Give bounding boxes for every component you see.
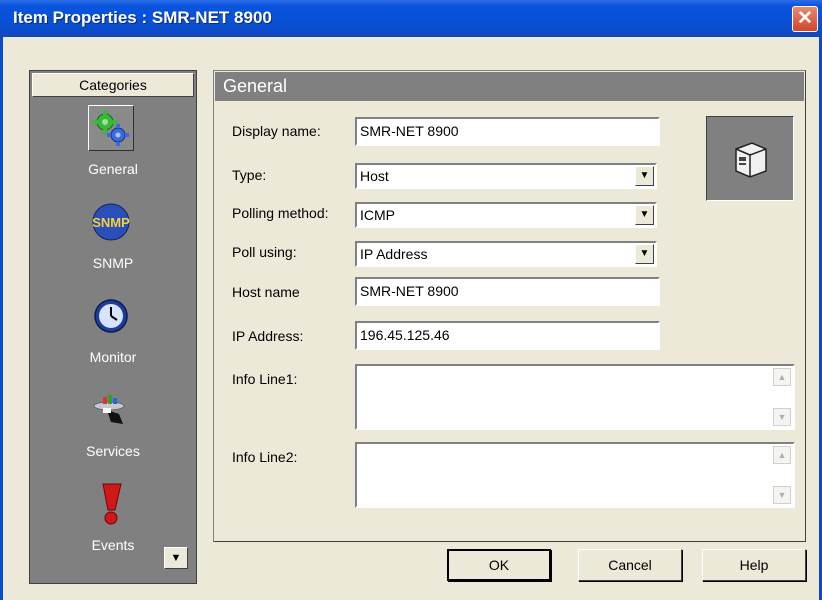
- type-dropdown-button[interactable]: ▼: [635, 166, 654, 186]
- cancel-button[interactable]: Cancel: [578, 549, 682, 581]
- category-general[interactable]: General: [30, 105, 196, 195]
- host-device-icon: [735, 141, 767, 178]
- category-services[interactable]: Services: [30, 387, 196, 477]
- window-title: Item Properties : SMR-NET 8900: [13, 8, 272, 27]
- category-label: Services: [86, 443, 140, 459]
- type-label: Type:: [232, 167, 267, 183]
- chevron-down-icon: ▼: [777, 490, 787, 500]
- category-snmp[interactable]: SNMP SNMP: [30, 199, 196, 289]
- categories-panel: Categories General SNMP SNMP Monitor Ser…: [29, 70, 197, 584]
- host-name-field[interactable]: SMR-NET 8900: [355, 277, 660, 306]
- type-value: Host: [360, 168, 389, 184]
- chevron-up-icon: ▲: [777, 450, 787, 460]
- exclamation-icon: [88, 481, 134, 527]
- info-line2-scroll-down-button[interactable]: ▼: [773, 486, 791, 504]
- ip-address-label: IP Address:: [232, 328, 304, 344]
- clock-icon: [88, 293, 134, 339]
- info-line1-scroll-down-button[interactable]: ▼: [773, 408, 791, 426]
- category-monitor[interactable]: Monitor: [30, 293, 196, 383]
- display-name-label: Display name:: [232, 123, 321, 139]
- info-line2-field[interactable]: ▲ ▼: [355, 442, 795, 508]
- section-title: General: [215, 72, 804, 101]
- info-line2-scroll-up-button[interactable]: ▲: [773, 446, 791, 464]
- chevron-down-icon: ▼: [777, 412, 787, 422]
- info-line1-scroll-up-button[interactable]: ▲: [773, 368, 791, 386]
- chevron-down-icon: ▼: [639, 209, 650, 220]
- chevron-down-icon: ▼: [639, 248, 650, 259]
- general-panel: General Display name: SMR-NET 8900 Type:…: [213, 70, 806, 542]
- type-select[interactable]: Host ▼: [355, 163, 657, 189]
- category-label: Monitor: [89, 349, 137, 365]
- polling-method-value: ICMP: [360, 207, 395, 223]
- snmp-icon-text: SNMP: [92, 215, 130, 230]
- poll-using-value: IP Address: [360, 246, 428, 262]
- host-name-label: Host name: [232, 284, 300, 300]
- ip-address-field[interactable]: 196.45.125.46: [355, 321, 660, 350]
- info-line2-label: Info Line2:: [232, 449, 298, 465]
- close-button[interactable]: ✕: [792, 6, 818, 32]
- close-icon: ✕: [797, 8, 813, 29]
- info-line1-label: Info Line1:: [232, 371, 298, 387]
- snmp-icon: SNMP: [88, 199, 134, 245]
- device-type-image: [706, 116, 794, 201]
- gears-icon: [88, 105, 134, 151]
- ok-button[interactable]: OK: [447, 549, 551, 581]
- chevron-up-icon: ▲: [777, 372, 787, 382]
- window-frame-left: [0, 37, 3, 600]
- category-label: SNMP: [92, 255, 134, 271]
- categories-header[interactable]: Categories: [32, 73, 194, 97]
- services-tray-icon: [88, 387, 134, 433]
- category-label: General: [88, 161, 138, 177]
- polling-method-dropdown-button[interactable]: ▼: [635, 205, 654, 225]
- polling-method-select[interactable]: ICMP ▼: [355, 202, 657, 228]
- help-button[interactable]: Help: [702, 549, 806, 581]
- chevron-down-icon: ▼: [170, 552, 182, 564]
- poll-using-select[interactable]: IP Address ▼: [355, 241, 657, 267]
- info-line1-field[interactable]: ▲ ▼: [355, 364, 795, 430]
- polling-method-label: Polling method:: [232, 205, 329, 221]
- title-bar[interactable]: Item Properties : SMR-NET 8900 ✕: [0, 0, 822, 37]
- categories-scroll-down-button[interactable]: ▼: [164, 547, 188, 569]
- chevron-down-icon: ▼: [639, 170, 650, 181]
- display-name-field[interactable]: SMR-NET 8900: [355, 117, 660, 146]
- poll-using-label: Poll using:: [232, 244, 297, 260]
- poll-using-dropdown-button[interactable]: ▼: [635, 244, 654, 264]
